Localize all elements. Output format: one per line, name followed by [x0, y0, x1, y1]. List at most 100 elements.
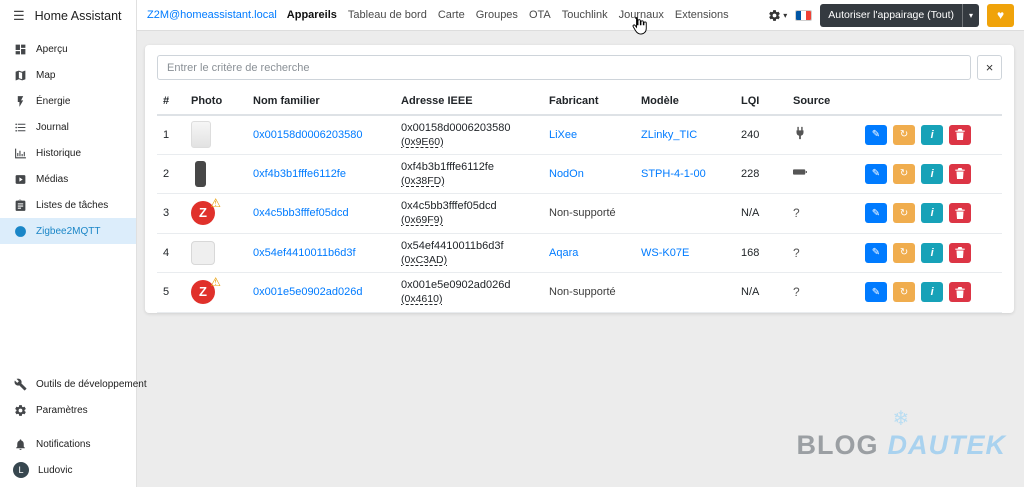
network-address[interactable]: (0x69F9): [401, 214, 443, 226]
model-link[interactable]: ZLinky_TIC: [641, 129, 697, 141]
chevron-down-icon: ▾: [968, 10, 973, 20]
col-source: Source: [787, 88, 859, 116]
device-photo-unsupported: Z ⚠: [191, 197, 221, 228]
watermark-text-dautek: DAUTEK: [887, 430, 1006, 460]
manufacturer-link[interactable]: LiXee: [549, 129, 577, 141]
lqi-value: N/A: [735, 193, 787, 234]
device-name-link[interactable]: 0x4c5bb3fffef05dcd: [253, 207, 349, 219]
sidebar-item-historique[interactable]: Historique: [0, 140, 136, 166]
nav-groupes[interactable]: Groupes: [476, 9, 518, 21]
gear-icon: [13, 403, 27, 417]
info-button[interactable]: i: [921, 163, 944, 184]
settings-dropdown[interactable]: ▾: [768, 9, 787, 22]
sidebar-item-outils-dev[interactable]: Outils de développement: [0, 371, 147, 397]
permit-join-dropdown[interactable]: ▾: [961, 3, 979, 27]
edit-button[interactable]: ✎: [865, 242, 887, 263]
manufacturer-text: Non-supporté: [549, 286, 616, 298]
row-number: 5: [157, 272, 185, 313]
info-button[interactable]: i: [921, 282, 944, 302]
sidebar-item-notifications[interactable]: Notifications: [0, 431, 136, 457]
refresh-icon: ↻: [899, 168, 909, 179]
table-row: 5 Z ⚠ 0x001e5e0902ad026d 0x001e5e0902ad0…: [157, 272, 1002, 313]
sidebar-item-journal[interactable]: Journal: [0, 114, 136, 140]
info-icon: i: [930, 207, 934, 219]
media-play-icon: [13, 172, 27, 186]
delete-button[interactable]: [949, 203, 972, 223]
network-address[interactable]: (0xC3AD): [401, 254, 447, 266]
devices-card: × # Photo Nom familier Adresse IEEE Fabr…: [145, 45, 1014, 313]
menu-icon[interactable]: ☰: [13, 8, 25, 24]
network-address[interactable]: (0x38FD): [401, 175, 445, 187]
sidebar-item-profile[interactable]: L Ludovic: [0, 457, 136, 483]
sidebar-item-map[interactable]: Map: [0, 62, 136, 88]
reconfigure-button[interactable]: ↻: [893, 242, 916, 263]
sidebar-item-label: Médias: [36, 173, 69, 185]
col-name: Nom familier: [247, 88, 395, 116]
chevron-down-icon: ▾: [783, 10, 788, 20]
network-address[interactable]: (0x4610): [401, 293, 442, 305]
sidebar-item-medias[interactable]: Médias: [0, 166, 136, 192]
nav-tableau-de-bord[interactable]: Tableau de bord: [348, 9, 427, 21]
reconfigure-button[interactable]: ↻: [893, 124, 916, 145]
sidebar-item-apercu[interactable]: Aperçu: [0, 36, 136, 62]
nav-carte[interactable]: Carte: [438, 9, 465, 21]
language-flag-fr[interactable]: [795, 9, 813, 21]
trash-icon: [955, 129, 965, 141]
battery-icon: [793, 169, 807, 182]
edit-button[interactable]: ✎: [865, 124, 887, 145]
nav-extensions[interactable]: Extensions: [675, 9, 729, 21]
nav-appareils[interactable]: Appareils: [287, 9, 337, 21]
sidebar-item-parametres[interactable]: Paramètres: [0, 397, 136, 423]
sidebar-item-energie[interactable]: Énergie: [0, 88, 136, 114]
table-row: 4 0x54ef4410011b6d3f 0x54ef4410011b6d3f …: [157, 233, 1002, 273]
ieee-address: 0x001e5e0902ad026d: [401, 279, 511, 291]
info-button[interactable]: i: [921, 242, 944, 263]
nav-touchlink[interactable]: Touchlink: [562, 9, 608, 21]
nav-journaux[interactable]: Journaux: [619, 9, 664, 21]
sidebar-item-taches[interactable]: Listes de tâches: [0, 192, 136, 218]
device-name-link[interactable]: 0xf4b3b1fffe6112fe: [253, 168, 346, 180]
ieee-address: 0xf4b3b1fffe6112fe: [401, 160, 494, 173]
sidebar-footer-group: Notifications L Ludovic: [0, 427, 136, 487]
manufacturer-link[interactable]: Aqara: [549, 247, 578, 259]
ieee-address: 0x54ef4410011b6d3f: [401, 239, 504, 252]
info-button[interactable]: i: [921, 124, 944, 145]
col-lqi: LQI: [735, 88, 787, 116]
donate-button[interactable]: ♥: [987, 3, 1014, 27]
unknown-source: ?: [793, 285, 800, 299]
permit-join-button[interactable]: Autoriser l'appairage (Tout) ▾: [820, 3, 979, 27]
edit-button[interactable]: ✎: [865, 203, 887, 223]
table-row: 1 0x00158d0006203580 0x00158d0006203580 …: [157, 115, 1002, 155]
network-address[interactable]: (0x9E60): [401, 136, 444, 148]
reconfigure-button[interactable]: ↻: [893, 163, 916, 184]
edit-button[interactable]: ✎: [865, 163, 887, 184]
delete-button[interactable]: [949, 242, 972, 263]
manufacturer-link[interactable]: NodOn: [549, 168, 584, 180]
watermark: ❄ BLOG DAUTEK: [797, 408, 1007, 461]
device-photo: [195, 160, 206, 187]
sidebar-item-label: Zigbee2MQTT: [36, 225, 101, 237]
search-input[interactable]: [157, 55, 971, 80]
device-name-link[interactable]: 0x00158d0006203580: [253, 129, 363, 141]
info-icon: i: [930, 286, 934, 298]
host-link[interactable]: Z2M@homeassistant.local: [147, 9, 277, 21]
delete-button[interactable]: [949, 163, 972, 184]
delete-button[interactable]: [949, 282, 972, 302]
reconfigure-button[interactable]: ↻: [893, 203, 916, 223]
nav-ota[interactable]: OTA: [529, 9, 551, 21]
sidebar-main-group: Aperçu Map Énergie Journal Historique Mé…: [0, 32, 136, 248]
reconfigure-button[interactable]: ↻: [893, 282, 916, 302]
sidebar-item-zigbee2mqtt[interactable]: Zigbee2MQTT: [0, 218, 136, 244]
trash-icon: [955, 207, 965, 219]
clear-search-button[interactable]: ×: [977, 55, 1002, 80]
device-name-link[interactable]: 0x001e5e0902ad026d: [253, 286, 363, 298]
info-button[interactable]: i: [921, 203, 944, 223]
edit-button[interactable]: ✎: [865, 282, 887, 302]
model-link[interactable]: STPH-4-1-00: [641, 168, 706, 180]
delete-button[interactable]: [949, 124, 972, 145]
lqi-value: 228: [735, 154, 787, 194]
model-link[interactable]: WS-K07E: [641, 247, 689, 259]
device-name-link[interactable]: 0x54ef4410011b6d3f: [253, 247, 356, 259]
trash-icon: [955, 247, 965, 258]
